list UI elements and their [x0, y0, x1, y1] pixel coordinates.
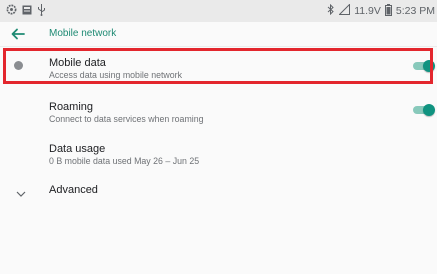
app-bar: Mobile network	[0, 22, 437, 47]
setting-title: Mobile data	[49, 57, 106, 69]
status-bar: 11.9V 5:23 PM	[0, 0, 437, 22]
signal-icon	[338, 3, 351, 18]
clock: 5:23 PM	[395, 5, 435, 17]
setting-roaming[interactable]: Roaming Connect to data services when ro…	[0, 92, 437, 128]
setting-advanced[interactable]: Advanced	[0, 176, 437, 202]
toggle-thumb	[423, 60, 435, 72]
setting-title: Advanced	[49, 184, 98, 196]
page-title: Mobile network	[49, 28, 117, 39]
setting-subtitle: Connect to data services when roaming	[49, 114, 204, 124]
arrow-left-icon[interactable]	[9, 25, 27, 43]
battery-icon	[384, 3, 392, 19]
setting-title: Data usage	[49, 143, 106, 155]
settings-icon	[6, 4, 17, 18]
setting-data-usage[interactable]: Data usage 0 B mobile data used May 26 –…	[0, 136, 437, 172]
toggle-thumb	[423, 104, 435, 116]
setting-subtitle: Access data using mobile network	[49, 70, 182, 80]
bluetooth-icon	[327, 3, 335, 18]
setting-title: Roaming	[49, 101, 94, 113]
setting-mobile-data[interactable]: Mobile data Access data using mobile net…	[0, 48, 437, 84]
mobile-data-toggle[interactable]	[413, 60, 435, 72]
voltage-text: 11.9V	[354, 5, 381, 17]
dot-icon	[14, 61, 23, 70]
setting-subtitle: 0 B mobile data used May 26 – Jun 25	[49, 156, 200, 166]
image-icon	[22, 5, 32, 18]
usb-icon	[37, 3, 46, 19]
roaming-toggle[interactable]	[413, 104, 435, 116]
chevron-down-icon	[16, 185, 26, 197]
